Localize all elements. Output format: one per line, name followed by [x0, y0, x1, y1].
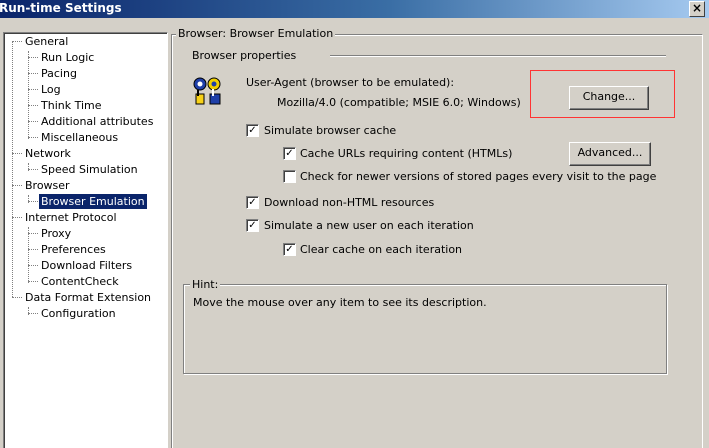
tree-connector — [28, 249, 38, 250]
tree-connector — [28, 281, 38, 282]
tree-connector — [28, 51, 29, 139]
tree-connector — [12, 153, 22, 154]
tree-connector — [28, 121, 38, 122]
tree-item-contentcheck[interactable]: ContentCheck — [39, 274, 121, 289]
change-button[interactable]: Change... — [569, 86, 649, 110]
download-non-html-checkbox[interactable]: ✓ — [246, 196, 259, 209]
check-newer-versions-label[interactable]: Check for newer versions of stored pages… — [300, 170, 656, 183]
tree-item-miscellaneous[interactable]: Miscellaneous — [39, 130, 120, 145]
tree-item-general[interactable]: General — [23, 34, 70, 49]
tree-connector — [28, 313, 38, 314]
tree-item-additional-attributes[interactable]: Additional attributes — [39, 114, 155, 129]
simulate-browser-cache-label[interactable]: Simulate browser cache — [264, 124, 396, 137]
window-title: Run-time Settings — [0, 1, 122, 15]
tree-item-browser[interactable]: Browser — [23, 178, 72, 193]
tree-connector — [28, 57, 38, 58]
tree-item-data-format-extension[interactable]: Data Format Extension — [23, 290, 153, 305]
user-agent-value: Mozilla/4.0 (compatible; MSIE 6.0; Windo… — [277, 96, 521, 109]
tree-item-log[interactable]: Log — [39, 82, 63, 97]
tree-item-speed-simulation[interactable]: Speed Simulation — [39, 162, 140, 177]
clear-cache-label[interactable]: Clear cache on each iteration — [300, 243, 462, 256]
settings-tree[interactable]: General Run Logic Pacing Log Think Time … — [3, 32, 168, 448]
simulate-new-user-checkbox[interactable]: ✓ — [246, 219, 259, 232]
clear-cache-checkbox[interactable]: ✓ — [283, 243, 296, 256]
cache-urls-label[interactable]: Cache URLs requiring content (HTMLs) — [300, 147, 512, 160]
title-bar: Run-time Settings × — [0, 0, 709, 18]
browser-properties-label: Browser properties — [192, 49, 297, 62]
hint-text: Move the mouse over any item to see its … — [193, 296, 487, 309]
check-newer-versions-checkbox[interactable] — [283, 170, 296, 183]
browser-emulation-icon — [193, 77, 221, 105]
tree-connector — [28, 265, 38, 266]
tree-connector — [28, 169, 38, 170]
tree-connector — [12, 185, 22, 186]
tree-item-browser-emulation[interactable]: Browser Emulation — [39, 194, 147, 209]
simulate-new-user-label[interactable]: Simulate a new user on each iteration — [264, 219, 474, 232]
tree-item-configuration[interactable]: Configuration — [39, 306, 118, 321]
tree-item-internet-protocol[interactable]: Internet Protocol — [23, 210, 119, 225]
tree-connector — [28, 105, 38, 106]
download-non-html-label[interactable]: Download non-HTML resources — [264, 196, 434, 209]
tree-connector — [28, 89, 38, 90]
tree-connector — [28, 201, 38, 202]
tree-item-preferences[interactable]: Preferences — [39, 242, 108, 257]
tree-connector — [28, 137, 38, 138]
tree-connector — [28, 227, 29, 283]
user-agent-label: User-Agent (browser to be emulated): — [246, 76, 455, 89]
tree-item-proxy[interactable]: Proxy — [39, 226, 73, 241]
tree-item-network[interactable]: Network — [23, 146, 73, 161]
tree-connector — [12, 217, 22, 218]
close-button[interactable]: × — [689, 1, 705, 17]
cache-urls-checkbox[interactable]: ✓ — [283, 147, 296, 160]
tree-item-run-logic[interactable]: Run Logic — [39, 50, 96, 65]
tree-connector — [12, 297, 22, 298]
close-icon: × — [691, 1, 703, 15]
tree-item-think-time[interactable]: Think Time — [39, 98, 104, 113]
section-divider — [330, 55, 666, 57]
advanced-button[interactable]: Advanced... — [569, 142, 651, 166]
tree-connector — [12, 41, 13, 297]
simulate-browser-cache-checkbox[interactable]: ✓ — [246, 124, 259, 137]
panel-title: Browser: Browser Emulation — [176, 27, 336, 40]
hint-title: Hint: — [190, 278, 221, 291]
tree-item-download-filters[interactable]: Download Filters — [39, 258, 134, 273]
tree-connector — [12, 41, 22, 42]
tree-item-pacing[interactable]: Pacing — [39, 66, 79, 81]
tree-connector — [28, 233, 38, 234]
tree-connector — [28, 73, 38, 74]
